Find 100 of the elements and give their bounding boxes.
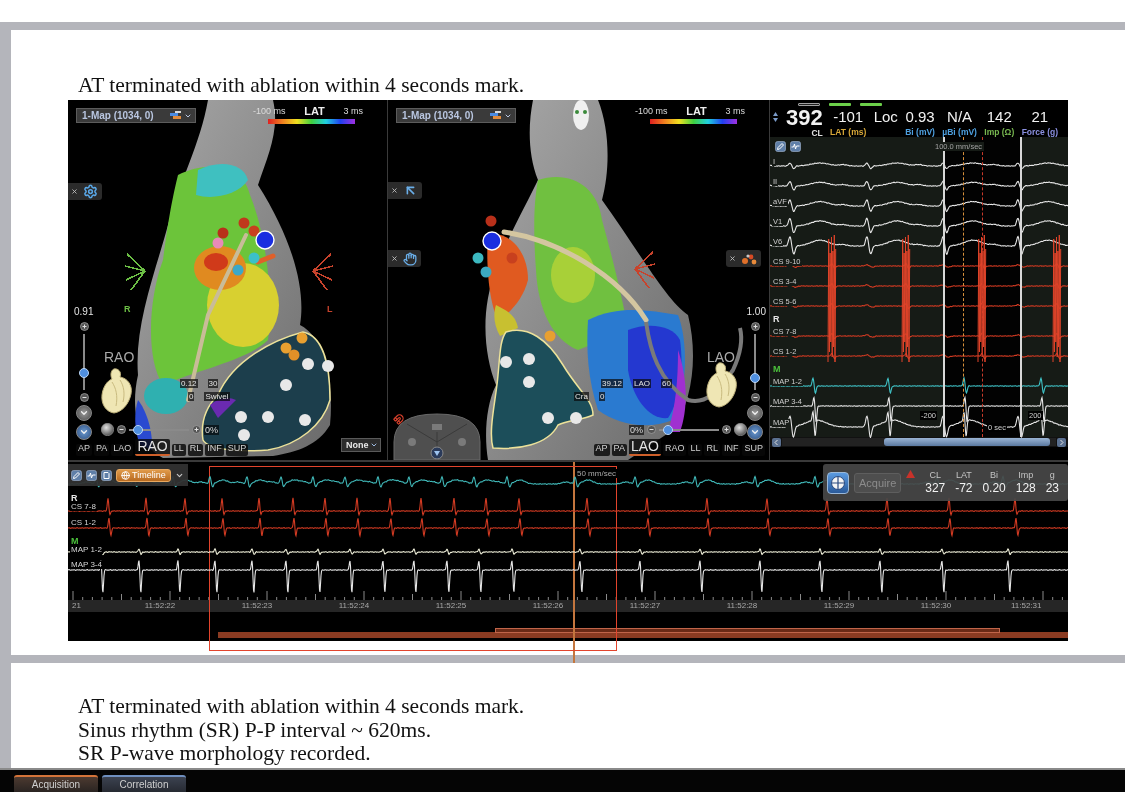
metric-label: Bi bbox=[990, 470, 999, 480]
tab[interactable]: Correlation bbox=[102, 775, 186, 792]
expand-button[interactable] bbox=[747, 424, 763, 440]
sphere-marker bbox=[262, 411, 274, 423]
expand-button[interactable] bbox=[747, 405, 763, 421]
pencil-icon[interactable] bbox=[775, 140, 786, 152]
view-tab[interactable]: RL bbox=[704, 444, 720, 456]
readout-label: Bi (mV) bbox=[905, 127, 935, 137]
minus-icon[interactable] bbox=[79, 393, 89, 402]
time-label: 11:52:28 bbox=[726, 600, 758, 612]
channel-label: MAP 1-2 bbox=[70, 546, 103, 554]
map-selector[interactable]: 1-Map (1034, 0) bbox=[76, 108, 196, 123]
view-tab[interactable]: SUP bbox=[225, 444, 249, 456]
time-label: 11:52:24 bbox=[338, 600, 370, 612]
pencil-icon[interactable] bbox=[71, 469, 82, 481]
slide-caption: AT terminated with ablation within 4 seconds mark. bbox=[78, 74, 525, 96]
minus-icon[interactable] bbox=[750, 393, 760, 402]
view-tab[interactable]: RAO bbox=[135, 439, 170, 456]
sphere-marker bbox=[506, 252, 518, 264]
time-label: 11:52:31 bbox=[1010, 600, 1042, 612]
readout-value: N/A bbox=[947, 107, 973, 126]
channel-label: M bbox=[772, 365, 782, 374]
target-button[interactable] bbox=[827, 471, 849, 494]
view-tab[interactable]: SUP bbox=[742, 444, 765, 456]
display-dropdown[interactable]: None bbox=[341, 438, 381, 452]
metric-label: CL bbox=[929, 470, 941, 480]
view-tab[interactable]: LAO bbox=[111, 444, 134, 456]
expand-button[interactable] bbox=[76, 424, 92, 440]
scrollbar-thumb[interactable] bbox=[884, 438, 1050, 446]
sphere-marker bbox=[238, 217, 250, 229]
sphere-marker bbox=[523, 376, 535, 388]
waveform-icon[interactable] bbox=[790, 140, 801, 152]
close-icon[interactable] bbox=[729, 255, 736, 262]
map-selector[interactable]: 1-Map (1034, 0) bbox=[396, 108, 516, 123]
layers-icon bbox=[170, 111, 182, 120]
slider-thumb[interactable] bbox=[79, 368, 89, 379]
sphere-marker bbox=[480, 266, 492, 278]
metric-value: -72 bbox=[955, 482, 973, 495]
magnet-icon bbox=[393, 414, 404, 425]
timeline-window[interactable] bbox=[495, 628, 1000, 633]
sphere-marker bbox=[248, 252, 260, 264]
view-tab[interactable]: LL bbox=[688, 444, 703, 456]
view-tab[interactable]: AP bbox=[76, 444, 92, 456]
sphere-marker bbox=[302, 358, 314, 370]
scale-min-label: -100 ms bbox=[253, 106, 286, 117]
view-info-text: LAO bbox=[633, 379, 652, 388]
time-label: 11:52:30 bbox=[920, 600, 952, 612]
plus-icon[interactable] bbox=[750, 322, 760, 331]
sphere-marker bbox=[542, 412, 554, 424]
sphere-icon[interactable] bbox=[101, 423, 114, 436]
slider-thumb[interactable] bbox=[133, 424, 143, 435]
navigation-dial[interactable] bbox=[393, 413, 481, 460]
view-tab[interactable]: PA bbox=[94, 444, 110, 456]
time-label: 11:52:27 bbox=[629, 600, 661, 612]
metric-value: 0.20 bbox=[982, 482, 1006, 495]
view-info-text: 30 bbox=[207, 379, 219, 388]
hand-icon[interactable] bbox=[403, 251, 417, 266]
plus-icon[interactable] bbox=[722, 425, 731, 434]
metric-label: Imp bbox=[1018, 470, 1034, 480]
zoom-reading: 1.00 bbox=[746, 306, 766, 317]
readout-value: 392 bbox=[786, 107, 823, 128]
sphere-marker bbox=[238, 429, 250, 441]
view-info-text: Swivel bbox=[204, 392, 230, 401]
tab[interactable]: Acquisition bbox=[14, 775, 98, 792]
sphere-marker bbox=[570, 412, 582, 424]
close-icon[interactable] bbox=[71, 188, 78, 195]
metric-value: 327 bbox=[925, 482, 946, 495]
channel-label: CS 7-8 bbox=[70, 503, 97, 511]
close-icon[interactable] bbox=[391, 187, 398, 194]
sphere-marker bbox=[288, 349, 300, 361]
view-tab[interactable]: RAO bbox=[662, 444, 687, 456]
sphere-icon[interactable] bbox=[734, 423, 747, 436]
expand-button[interactable] bbox=[76, 405, 92, 421]
slider-thumb[interactable] bbox=[750, 372, 760, 383]
slider-thumb[interactable] bbox=[663, 424, 673, 435]
time-label: 11:52:22 bbox=[144, 600, 176, 612]
plus-icon[interactable] bbox=[79, 322, 89, 331]
page-icon[interactable] bbox=[101, 469, 112, 481]
metric-label: LAT bbox=[955, 470, 972, 480]
view-tab[interactable]: LAO bbox=[628, 439, 661, 456]
view-tab[interactable]: INF bbox=[205, 444, 224, 456]
scroll-left-icon[interactable] bbox=[772, 437, 781, 447]
spinner-icon[interactable] bbox=[773, 112, 778, 122]
readout-label: CL bbox=[811, 128, 823, 138]
layers-icon bbox=[490, 111, 502, 120]
view-tab[interactable]: INF bbox=[722, 444, 741, 456]
metric-label: g bbox=[1049, 470, 1055, 480]
close-icon[interactable] bbox=[391, 255, 398, 262]
channel-label: R bbox=[772, 315, 781, 324]
dots-icon[interactable] bbox=[741, 252, 757, 265]
readout-label: Force (g) bbox=[1021, 127, 1058, 137]
minus-icon[interactable] bbox=[117, 425, 126, 434]
catheter bbox=[255, 253, 276, 265]
scroll-right-icon[interactable] bbox=[1057, 437, 1066, 447]
crosshair-icon bbox=[830, 474, 846, 491]
sphere-marker bbox=[299, 414, 311, 426]
gear-icon[interactable] bbox=[83, 184, 98, 199]
zoom-reading: 0.91 bbox=[74, 306, 94, 317]
waveform-icon[interactable] bbox=[86, 469, 97, 481]
timeline-track[interactable] bbox=[218, 632, 1068, 638]
